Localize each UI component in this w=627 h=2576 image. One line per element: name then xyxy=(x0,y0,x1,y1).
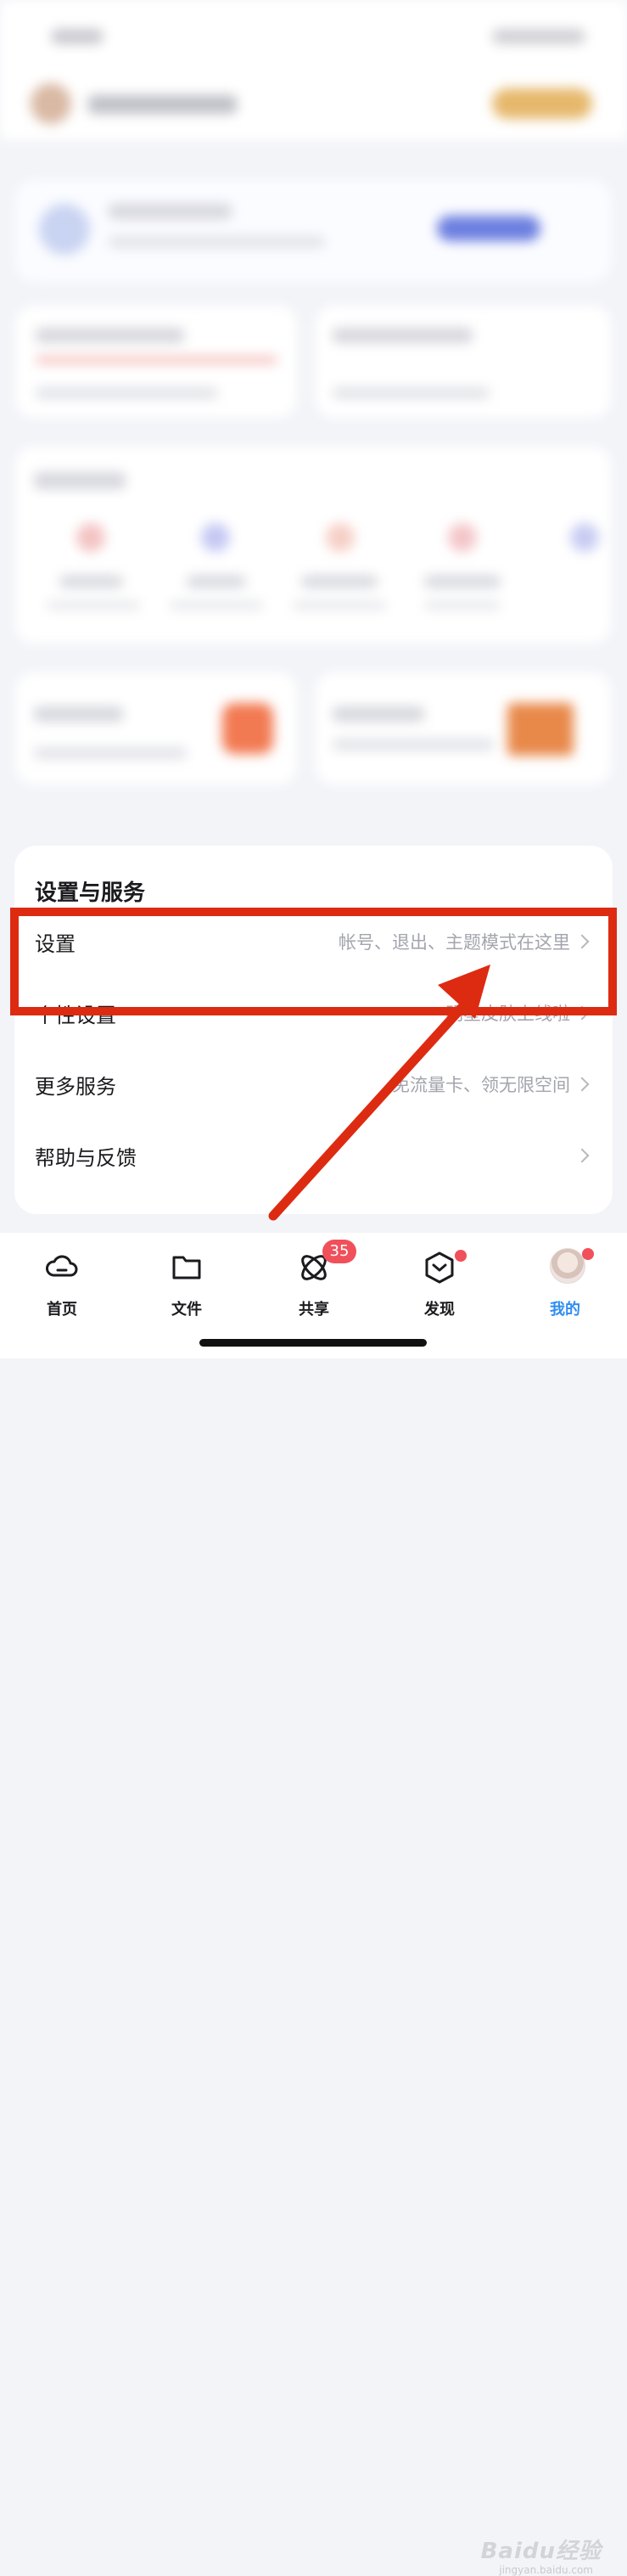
panel-title: 设置与服务 xyxy=(35,880,146,906)
more-services-hint: 免流量卡、领无限空间 xyxy=(392,1075,570,1095)
tab-mine-label: 我的 xyxy=(550,1301,580,1319)
settings-hint: 帐号、退出、主题模式在这里 xyxy=(339,932,570,953)
chevron-right-icon xyxy=(574,1148,590,1163)
tab-files[interactable]: 文件 xyxy=(136,1241,238,1319)
personalization-label: 个性设置 xyxy=(35,1004,116,1027)
cloud-icon xyxy=(46,1255,78,1277)
tab-discover-label: 发现 xyxy=(424,1301,455,1319)
personalization-row[interactable]: 个性设置 明星皮肤上线啦 xyxy=(14,976,613,1049)
tab-share[interactable]: 35 共享 xyxy=(263,1240,365,1319)
blurred-background xyxy=(0,0,627,841)
chevron-right-icon xyxy=(574,1005,590,1021)
tab-files-label: 文件 xyxy=(171,1301,202,1319)
settings-row[interactable]: 设置 帐号、退出、主题模式在这里 xyxy=(14,905,613,978)
more-services-row[interactable]: 更多服务 免流量卡、领无限空间 xyxy=(14,1048,613,1121)
watermark-url: jingyan.baidu.com xyxy=(499,2564,593,2576)
settings-label: 设置 xyxy=(35,932,76,956)
watermark: Baidu经验 xyxy=(480,2539,602,2564)
chevron-right-icon xyxy=(574,934,590,949)
tab-share-label: 共享 xyxy=(299,1301,329,1319)
discover-icon xyxy=(425,1251,454,1284)
tab-home[interactable]: 首页 xyxy=(11,1241,113,1319)
share-badge: 35 xyxy=(322,1240,356,1263)
help-feedback-label: 帮助与反馈 xyxy=(35,1146,137,1170)
personalization-hint: 明星皮肤上线啦 xyxy=(445,1004,570,1024)
tab-home-label: 首页 xyxy=(47,1301,77,1319)
home-indicator xyxy=(199,1339,427,1347)
discover-dot-badge xyxy=(455,1250,467,1262)
chevron-right-icon xyxy=(574,1077,590,1092)
tab-mine[interactable]: 我的 xyxy=(514,1241,616,1319)
avatar xyxy=(550,1248,585,1284)
more-services-label: 更多服务 xyxy=(35,1075,116,1099)
help-feedback-row[interactable]: 帮助与反馈 xyxy=(14,1119,613,1192)
settings-services-panel: 设置与服务 设置 帐号、退出、主题模式在这里 个性设置 明星皮肤上线啦 更多服务… xyxy=(14,846,613,1214)
tab-discover[interactable]: 发现 xyxy=(389,1241,490,1319)
mine-dot-badge xyxy=(582,1248,594,1260)
folder-icon xyxy=(172,1256,201,1280)
